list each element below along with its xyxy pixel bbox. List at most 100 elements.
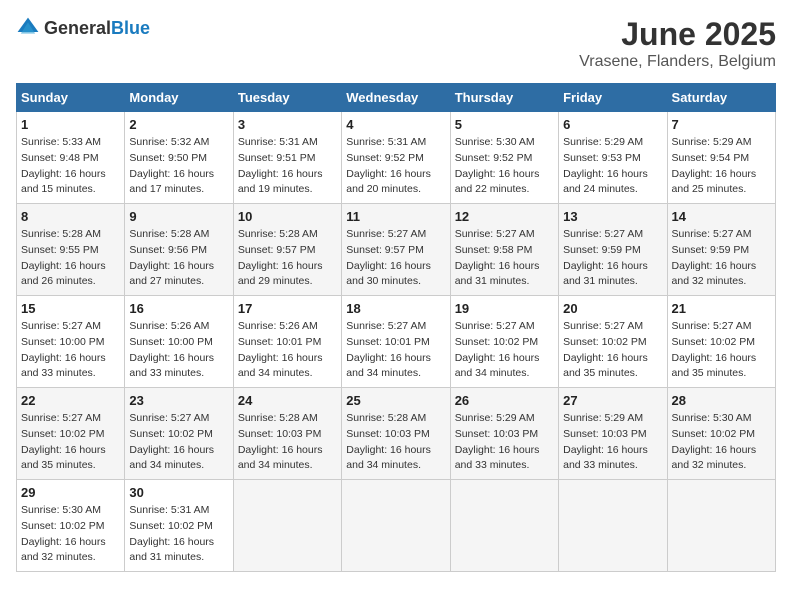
table-row: 26 Sunrise: 5:29 AMSunset: 10:03 PMDayli… — [450, 388, 558, 480]
day-info: Sunrise: 5:27 AMSunset: 10:02 PMDaylight… — [129, 411, 228, 474]
table-row: 16 Sunrise: 5:26 AMSunset: 10:00 PMDayli… — [125, 296, 233, 388]
table-row: 6 Sunrise: 5:29 AMSunset: 9:53 PMDayligh… — [559, 112, 667, 204]
calendar-title: June 2025 — [579, 16, 776, 53]
day-info: Sunrise: 5:27 AMSunset: 9:59 PMDaylight:… — [563, 227, 662, 290]
table-row: 8 Sunrise: 5:28 AMSunset: 9:55 PMDayligh… — [17, 204, 125, 296]
table-row: 14 Sunrise: 5:27 AMSunset: 9:59 PMDaylig… — [667, 204, 775, 296]
table-row: 1 Sunrise: 5:33 AMSunset: 9:48 PMDayligh… — [17, 112, 125, 204]
day-number: 2 — [129, 117, 228, 132]
table-row: 27 Sunrise: 5:29 AMSunset: 10:03 PMDayli… — [559, 388, 667, 480]
day-number: 3 — [238, 117, 337, 132]
table-row: 23 Sunrise: 5:27 AMSunset: 10:02 PMDayli… — [125, 388, 233, 480]
day-info: Sunrise: 5:27 AMSunset: 10:02 PMDaylight… — [563, 319, 662, 382]
col-sunday: Sunday — [17, 84, 125, 112]
table-row — [667, 480, 775, 572]
table-row — [342, 480, 450, 572]
day-number: 27 — [563, 393, 662, 408]
day-number: 30 — [129, 485, 228, 500]
day-info: Sunrise: 5:28 AMSunset: 9:56 PMDaylight:… — [129, 227, 228, 290]
day-number: 23 — [129, 393, 228, 408]
table-row: 10 Sunrise: 5:28 AMSunset: 9:57 PMDaylig… — [233, 204, 341, 296]
day-number: 14 — [672, 209, 771, 224]
table-row: 9 Sunrise: 5:28 AMSunset: 9:56 PMDayligh… — [125, 204, 233, 296]
day-info: Sunrise: 5:31 AMSunset: 9:51 PMDaylight:… — [238, 135, 337, 198]
day-number: 6 — [563, 117, 662, 132]
day-info: Sunrise: 5:29 AMSunset: 9:53 PMDaylight:… — [563, 135, 662, 198]
day-number: 25 — [346, 393, 445, 408]
day-info: Sunrise: 5:29 AMSunset: 9:54 PMDaylight:… — [672, 135, 771, 198]
day-number: 24 — [238, 393, 337, 408]
day-number: 8 — [21, 209, 120, 224]
day-number: 5 — [455, 117, 554, 132]
table-row: 4 Sunrise: 5:31 AMSunset: 9:52 PMDayligh… — [342, 112, 450, 204]
calendar-table: Sunday Monday Tuesday Wednesday Thursday… — [16, 83, 776, 572]
table-row: 5 Sunrise: 5:30 AMSunset: 9:52 PMDayligh… — [450, 112, 558, 204]
day-number: 19 — [455, 301, 554, 316]
col-friday: Friday — [559, 84, 667, 112]
col-wednesday: Wednesday — [342, 84, 450, 112]
day-info: Sunrise: 5:27 AMSunset: 9:57 PMDaylight:… — [346, 227, 445, 290]
table-row: 13 Sunrise: 5:27 AMSunset: 9:59 PMDaylig… — [559, 204, 667, 296]
day-number: 13 — [563, 209, 662, 224]
day-number: 7 — [672, 117, 771, 132]
day-number: 10 — [238, 209, 337, 224]
day-number: 21 — [672, 301, 771, 316]
day-info: Sunrise: 5:30 AMSunset: 10:02 PMDaylight… — [672, 411, 771, 474]
calendar-subtitle: Vrasene, Flanders, Belgium — [579, 53, 776, 71]
table-row — [233, 480, 341, 572]
calendar-body: 1 Sunrise: 5:33 AMSunset: 9:48 PMDayligh… — [17, 112, 776, 572]
day-info: Sunrise: 5:26 AMSunset: 10:01 PMDaylight… — [238, 319, 337, 382]
calendar-week-row: 15 Sunrise: 5:27 AMSunset: 10:00 PMDayli… — [17, 296, 776, 388]
table-row — [450, 480, 558, 572]
table-row: 29 Sunrise: 5:30 AMSunset: 10:02 PMDayli… — [17, 480, 125, 572]
col-tuesday: Tuesday — [233, 84, 341, 112]
table-row: 19 Sunrise: 5:27 AMSunset: 10:02 PMDayli… — [450, 296, 558, 388]
day-info: Sunrise: 5:30 AMSunset: 9:52 PMDaylight:… — [455, 135, 554, 198]
table-row: 21 Sunrise: 5:27 AMSunset: 10:02 PMDayli… — [667, 296, 775, 388]
day-number: 12 — [455, 209, 554, 224]
table-row: 3 Sunrise: 5:31 AMSunset: 9:51 PMDayligh… — [233, 112, 341, 204]
day-number: 20 — [563, 301, 662, 316]
logo: GeneralBlue — [16, 16, 150, 40]
logo-general: General — [44, 18, 111, 38]
col-monday: Monday — [125, 84, 233, 112]
day-info: Sunrise: 5:32 AMSunset: 9:50 PMDaylight:… — [129, 135, 228, 198]
table-row: 18 Sunrise: 5:27 AMSunset: 10:01 PMDayli… — [342, 296, 450, 388]
table-row: 2 Sunrise: 5:32 AMSunset: 9:50 PMDayligh… — [125, 112, 233, 204]
table-row: 15 Sunrise: 5:27 AMSunset: 10:00 PMDayli… — [17, 296, 125, 388]
table-row: 30 Sunrise: 5:31 AMSunset: 10:02 PMDayli… — [125, 480, 233, 572]
day-info: Sunrise: 5:31 AMSunset: 10:02 PMDaylight… — [129, 503, 228, 566]
table-row: 28 Sunrise: 5:30 AMSunset: 10:02 PMDayli… — [667, 388, 775, 480]
table-row: 12 Sunrise: 5:27 AMSunset: 9:58 PMDaylig… — [450, 204, 558, 296]
calendar-week-row: 29 Sunrise: 5:30 AMSunset: 10:02 PMDayli… — [17, 480, 776, 572]
logo-blue: Blue — [111, 18, 150, 38]
table-row: 22 Sunrise: 5:27 AMSunset: 10:02 PMDayli… — [17, 388, 125, 480]
day-info: Sunrise: 5:33 AMSunset: 9:48 PMDaylight:… — [21, 135, 120, 198]
day-number: 9 — [129, 209, 228, 224]
calendar-header-row: Sunday Monday Tuesday Wednesday Thursday… — [17, 84, 776, 112]
day-info: Sunrise: 5:26 AMSunset: 10:00 PMDaylight… — [129, 319, 228, 382]
day-info: Sunrise: 5:28 AMSunset: 10:03 PMDaylight… — [346, 411, 445, 474]
day-number: 11 — [346, 209, 445, 224]
day-info: Sunrise: 5:31 AMSunset: 9:52 PMDaylight:… — [346, 135, 445, 198]
day-number: 28 — [672, 393, 771, 408]
title-block: June 2025 Vrasene, Flanders, Belgium — [579, 16, 776, 71]
day-info: Sunrise: 5:27 AMSunset: 10:02 PMDaylight… — [672, 319, 771, 382]
day-info: Sunrise: 5:27 AMSunset: 9:58 PMDaylight:… — [455, 227, 554, 290]
table-row: 17 Sunrise: 5:26 AMSunset: 10:01 PMDayli… — [233, 296, 341, 388]
table-row — [559, 480, 667, 572]
day-number: 15 — [21, 301, 120, 316]
day-number: 17 — [238, 301, 337, 316]
table-row: 11 Sunrise: 5:27 AMSunset: 9:57 PMDaylig… — [342, 204, 450, 296]
day-number: 18 — [346, 301, 445, 316]
day-number: 29 — [21, 485, 120, 500]
day-number: 22 — [21, 393, 120, 408]
page-header: GeneralBlue June 2025 Vrasene, Flanders,… — [16, 16, 776, 71]
day-info: Sunrise: 5:30 AMSunset: 10:02 PMDaylight… — [21, 503, 120, 566]
day-info: Sunrise: 5:28 AMSunset: 9:55 PMDaylight:… — [21, 227, 120, 290]
day-info: Sunrise: 5:28 AMSunset: 10:03 PMDaylight… — [238, 411, 337, 474]
logo-text: GeneralBlue — [44, 18, 150, 39]
day-number: 26 — [455, 393, 554, 408]
day-info: Sunrise: 5:28 AMSunset: 9:57 PMDaylight:… — [238, 227, 337, 290]
table-row: 7 Sunrise: 5:29 AMSunset: 9:54 PMDayligh… — [667, 112, 775, 204]
